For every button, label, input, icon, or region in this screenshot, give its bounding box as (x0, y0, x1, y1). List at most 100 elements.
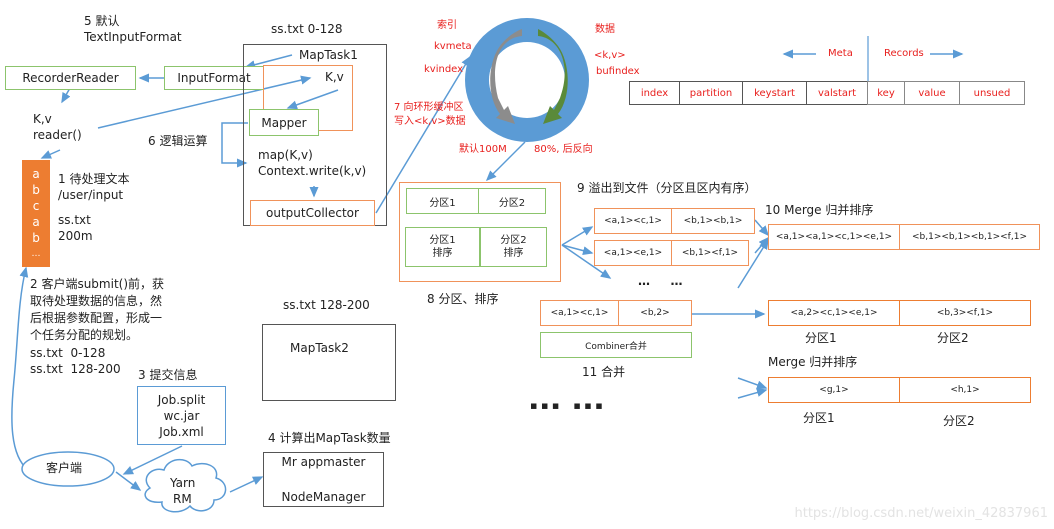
record-cell-key: key (867, 81, 905, 105)
map-call-label: map(K,v) (258, 148, 313, 162)
arrow-client-to-stack (11, 266, 29, 471)
ring-data-label: 数据 (595, 24, 615, 35)
step2-line: 后根据参数配置，形成一 (30, 311, 163, 325)
kvbuffer-layout-row: index partition keystart valstart key va… (629, 81, 1025, 105)
maptask1-range: ss.txt 0-128 (271, 22, 343, 36)
step1-size: 200m (58, 229, 93, 243)
maptask2-box (262, 324, 396, 401)
combined-label1: 分区1 (805, 331, 837, 345)
step2-line: 个任务分配的规划。 (30, 328, 139, 342)
ring-threshold: 80%, 后反向 (534, 144, 593, 155)
step2-line: 2 客户端submit()前，获 (30, 277, 165, 291)
recorder-reader-node: RecorderReader (5, 66, 136, 90)
merge2-title: Merge 归并排序 (768, 355, 858, 369)
step3-title: 3 提交信息 (138, 368, 198, 382)
client-label: 客户端 (46, 461, 83, 475)
reader-call-label: reader() (33, 128, 82, 142)
stack-char: a (32, 167, 40, 181)
merge2-label2: 分区2 (943, 414, 975, 428)
record-cell-value: value (904, 81, 960, 105)
step1-path: /user/input (58, 188, 124, 202)
spill1-partition1: <a,1><c,1> (594, 208, 672, 234)
step2-split2: ss.txt 128-200 (30, 362, 121, 376)
step11-title: 11 合并 (582, 365, 626, 379)
yarn-label: Yarn (170, 476, 196, 490)
arrow-into-merge2-a (737, 377, 768, 390)
ring-kv-label: <k,v> (594, 50, 626, 61)
maptask2-title: MapTask2 (290, 341, 349, 355)
step2-line: 取待处理数据的信息，然 (30, 294, 163, 308)
step1-file: ss.txt (58, 213, 91, 227)
spill2-partition2: <b,1><f,1> (671, 240, 749, 266)
step4-title: 4 计算出MapTask数量 (268, 431, 391, 445)
stack-char: b (32, 183, 40, 197)
step6-title: 6 逻辑运算 (148, 134, 208, 148)
arrow-spill1-to-merge (754, 219, 769, 237)
merge2-partition2: <h,1> (899, 377, 1031, 403)
step7-line1: 7 向环形缓冲区 (394, 102, 464, 113)
stack-char: … (31, 249, 41, 259)
ring-kvindex-label: kvindex (424, 64, 464, 75)
merge2-partition1: <g,1> (768, 377, 900, 403)
records-label: Records (884, 48, 924, 59)
meta-label: Meta (828, 48, 853, 59)
maptask-kv-label: K,v (325, 70, 344, 84)
step1-title: 1 待处理文本 (58, 172, 130, 186)
job-files-box: Job.split wc.jar Job.xml (137, 386, 226, 445)
stack-char: a (32, 215, 40, 229)
arrow-recorder-to-reader (61, 87, 71, 104)
mr-appmaster: Mr appmaster (281, 455, 366, 469)
arrow-client-to-yarn (115, 471, 142, 491)
spill2-partition1: <a,1><e,1> (594, 240, 672, 266)
merged-partition1: <a,1><a,1><c,1><e,1> (768, 224, 900, 250)
ring-buffer (465, 18, 589, 142)
step10-title: 10 Merge 归并排序 (765, 203, 874, 217)
partition1-sort-cell: 分区1 排序 (405, 227, 480, 267)
meta-cell-valstart: valstart (806, 81, 868, 105)
ring-default-size: 默认100M (459, 144, 507, 155)
combined-partition2: <b,3><f,1> (899, 300, 1031, 326)
meta-cell-partition: partition (679, 81, 743, 105)
bottom-ellipsis: ▪ ▪ ▪ ▪ ▪ ▪ (530, 399, 603, 412)
spill1-partition2: <b,1><b,1> (671, 208, 755, 234)
record-cell-unsued: unsued (959, 81, 1025, 105)
ring-kvmeta-label: kvmeta (434, 41, 472, 52)
partition1-cell: 分区1 (406, 188, 479, 214)
arrow-into-merge2-b (737, 388, 768, 399)
arrow-reader-to-stack (40, 149, 61, 159)
watermark: https://blog.csdn.net/weixin_42837961 (794, 506, 1048, 521)
spill-ellipsis: … … (638, 274, 685, 288)
step5-line2: TextInputFormat (84, 30, 182, 44)
combiner-input-p1: <a,1><c,1> (540, 300, 619, 326)
reader-kv-label: K,v (33, 112, 52, 126)
appmaster-box: Mr appmaster NodeManager (263, 452, 384, 507)
step5-line1: 5 默认 (84, 14, 120, 28)
combined-partition1: <a,2><c,1><e,1> (768, 300, 900, 326)
merged-partition2: <b,1><b,1><b,1><f,1> (899, 224, 1040, 250)
stack-char: c (32, 199, 40, 213)
step2-split1: ss.txt 0-128 (30, 346, 106, 360)
input-text-stack: a b c a b … (22, 160, 50, 267)
mapper-node: Mapper (249, 109, 319, 136)
combined-label2: 分区2 (937, 331, 969, 345)
node-manager: NodeManager (281, 490, 366, 504)
combiner-input-p2: <b,2> (618, 300, 692, 326)
job-split-file: Job.split (157, 392, 206, 407)
rm-label: RM (173, 492, 192, 506)
stack-char: b (32, 231, 40, 245)
context-write-label: Context.write(k,v) (258, 164, 367, 178)
maptask2-range: ss.txt 128-200 (283, 298, 370, 312)
partition2-sort-cell: 分区2 排序 (480, 227, 547, 267)
merge2-label1: 分区1 (803, 411, 835, 425)
arrow-yarn-to-appmaster (229, 476, 264, 493)
output-collector-node: outputCollector (250, 200, 375, 226)
maptask1-title: MapTask1 (299, 48, 358, 62)
arrow-partition-to-spill1 (561, 226, 594, 246)
ring-index-label: 索引 (437, 20, 457, 31)
combiner-node: Combiner合并 (540, 332, 692, 358)
wc-jar-file: wc.jar (163, 408, 200, 423)
step8-title: 8 分区、排序 (427, 292, 499, 306)
meta-cell-index: index (629, 81, 680, 105)
partition2-cell: 分区2 (478, 188, 546, 214)
step7-line2: 写入<k,v>数据 (394, 116, 466, 127)
